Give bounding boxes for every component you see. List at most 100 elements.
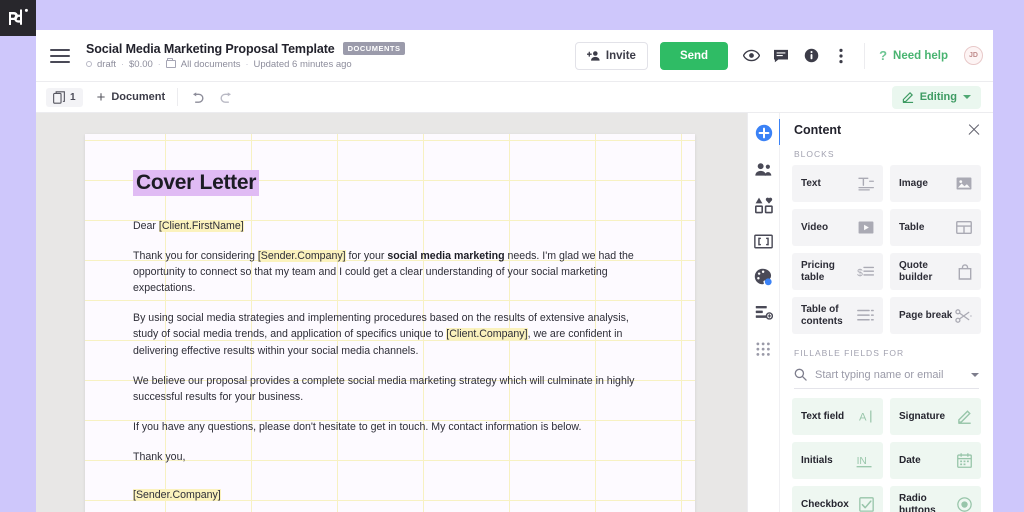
calendar-icon — [957, 453, 972, 468]
document-title-block: Social Media Marketing Proposal Template… — [86, 42, 575, 70]
search-icon — [794, 368, 807, 381]
apps-grid-icon — [756, 342, 771, 357]
document-canvas[interactable]: Cover Letter Dear [Client.FirstName] Tha… — [36, 113, 747, 512]
theme-tab[interactable] — [753, 266, 775, 288]
list-item[interactable]: InitialsIN — [792, 442, 883, 479]
client-firstname-token[interactable]: [Client.FirstName] — [159, 220, 244, 232]
paragraph-2[interactable]: By using social media strategies and imp… — [133, 310, 643, 358]
more-options-button[interactable] — [826, 41, 856, 71]
hamburger-icon[interactable] — [50, 48, 72, 64]
info-button[interactable] — [796, 41, 826, 71]
pandadoc-logo[interactable] — [0, 0, 36, 36]
pages-button[interactable]: 1 — [46, 88, 83, 107]
list-item[interactable]: Pricing table$ — [792, 253, 883, 290]
pages-icon — [53, 91, 65, 104]
list-item[interactable]: Text fieldA — [792, 398, 883, 435]
svg-text:IN: IN — [857, 455, 867, 466]
search-input[interactable] — [815, 369, 963, 381]
avatar[interactable]: JD — [964, 46, 983, 65]
sidebar-rail — [748, 113, 780, 512]
preview-button[interactable] — [736, 41, 766, 71]
meta-amount: $0.00 — [129, 59, 153, 70]
blocks-section-label: BLOCKS — [780, 145, 993, 165]
apps-tab[interactable] — [753, 338, 775, 360]
list-item[interactable]: Text — [792, 165, 883, 202]
list-item[interactable]: Checkbox — [792, 486, 883, 512]
workflow-tab[interactable] — [753, 302, 775, 324]
app-body: Cover Letter Dear [Client.FirstName] Tha… — [36, 113, 993, 512]
undo-button[interactable] — [190, 92, 205, 103]
image-block-icon — [956, 177, 972, 190]
need-help-button[interactable]: ? Need help — [873, 48, 954, 63]
sender-company-token[interactable]: [Sender.Company] — [133, 489, 221, 501]
invite-button[interactable]: Invite — [575, 42, 648, 70]
signature-icon — [957, 409, 972, 424]
app-window: Social Media Marketing Proposal Template… — [36, 30, 993, 512]
text-block-icon — [858, 177, 874, 191]
add-circle-icon — [755, 124, 773, 142]
list-item[interactable]: Video — [792, 209, 883, 246]
close-icon[interactable] — [967, 123, 981, 137]
paragraph-4[interactable]: If you have any questions, please don't … — [133, 419, 643, 435]
document-page[interactable]: Cover Letter Dear [Client.FirstName] Tha… — [85, 134, 695, 512]
list-item-label: Image — [899, 178, 928, 190]
text-run: If you have any questions, please don't … — [133, 421, 581, 433]
chevron-down-icon[interactable] — [971, 373, 979, 377]
page-break-icon — [955, 309, 972, 323]
list-item-label: Text field — [801, 411, 844, 423]
page-content: Cover Letter Dear [Client.FirstName] Tha… — [85, 134, 695, 503]
content-tab[interactable] — [753, 122, 775, 144]
redo-button[interactable] — [219, 92, 234, 103]
meta-separator-3: · — [245, 59, 248, 69]
emphasis-text: social media marketing — [387, 250, 504, 262]
invite-button-label: Invite — [606, 50, 636, 62]
design-tab[interactable] — [753, 194, 775, 216]
variables-tab[interactable] — [753, 230, 775, 252]
add-document-button[interactable]: + Document — [97, 90, 166, 105]
variable-token[interactable]: [Sender.Company] — [258, 250, 346, 262]
list-item[interactable]: Radio buttons — [890, 486, 981, 512]
theme-icon — [754, 268, 773, 286]
list-item[interactable]: Signature — [890, 398, 981, 435]
comment-icon — [773, 49, 789, 63]
meta-separator-1: · — [121, 59, 124, 69]
list-item[interactable]: Image — [890, 165, 981, 202]
editing-mode-dropdown[interactable]: Editing — [892, 86, 981, 109]
chevron-down-icon — [963, 95, 971, 99]
variable-token[interactable]: [Client.Company] — [446, 328, 527, 340]
question-mark-icon: ? — [879, 48, 887, 63]
paragraph-3[interactable]: We believe our proposal provides a compl… — [133, 373, 643, 405]
signature-paragraph[interactable]: [Sender.Company] — [133, 487, 643, 503]
status-badge: DOCUMENTS — [343, 42, 406, 55]
comments-button[interactable] — [766, 41, 796, 71]
right-sidebar: Content BLOCKS Text Image VideoTablePricin… — [747, 113, 993, 512]
cover-letter-heading[interactable]: Cover Letter — [133, 170, 259, 196]
meta-folder[interactable]: All documents — [181, 59, 241, 70]
send-button[interactable]: Send — [660, 42, 728, 70]
page-title[interactable]: Social Media Marketing Proposal Template — [86, 42, 335, 56]
shapes-icon — [755, 197, 773, 214]
fillable-recipient-search[interactable] — [794, 364, 979, 389]
folder-icon — [166, 60, 176, 68]
undo-icon — [190, 92, 205, 103]
recipients-tab[interactable] — [753, 158, 775, 180]
table-of-contents-icon — [857, 309, 874, 322]
list-item[interactable]: Table — [890, 209, 981, 246]
list-item[interactable]: Quote builder — [890, 253, 981, 290]
quote-builder-icon — [958, 264, 972, 280]
salutation-prefix: Dear — [133, 220, 159, 232]
recipients-icon — [754, 162, 773, 177]
document-meta: draft · $0.00 · All documents · Updated … — [86, 59, 575, 70]
paragraph-1[interactable]: Thank you for considering [Sender.Compan… — [133, 248, 643, 296]
salutation-paragraph[interactable]: Dear [Client.FirstName] — [133, 218, 643, 234]
list-item[interactable]: Date — [890, 442, 981, 479]
content-panel-header: Content — [780, 113, 993, 145]
pencil-icon — [902, 91, 914, 103]
list-item-label: Page break — [899, 310, 952, 322]
paragraph-5[interactable]: Thank you, — [133, 449, 643, 465]
list-item[interactable]: Table of contents — [792, 297, 883, 334]
meta-separator-2: · — [158, 59, 161, 69]
list-item[interactable]: Page break — [890, 297, 981, 334]
more-vertical-icon — [839, 48, 843, 64]
fillable-fields-grid: Text fieldASignatureInitialsINDate Checkb… — [780, 398, 993, 512]
